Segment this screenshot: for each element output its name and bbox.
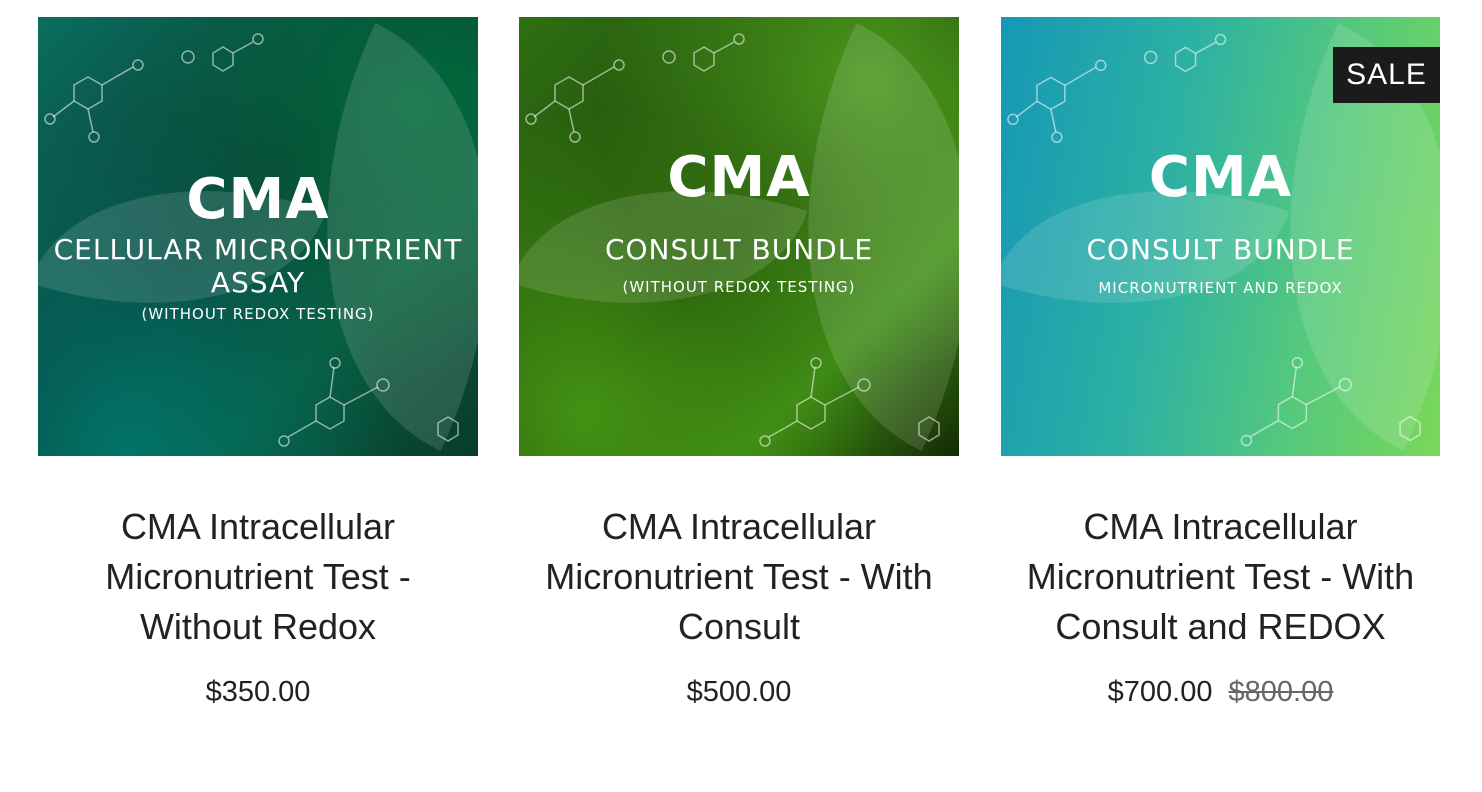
product-title[interactable]: CMA Intracellular Micronutrient Test - W… <box>38 502 478 652</box>
product-price: $500.00 <box>686 676 792 708</box>
image-subheading: CELLULAR MICRONUTRIENT <box>53 233 463 266</box>
product-card[interactable]: CMA CONSULT BUNDLE (WITHOUT REDOX TESTIN… <box>519 17 959 709</box>
image-note: (WITHOUT REDOX TESTING) <box>141 305 375 323</box>
product-image[interactable]: SALE CMA CONSULT BUNDLE MICRONUTRIENT AN… <box>1001 17 1440 456</box>
product-card[interactable]: CMA CELLULAR MICRONUTRIENT ASSAY (WITHOU… <box>38 17 478 709</box>
compare-at-price: $800.00 <box>1228 676 1334 708</box>
product-image[interactable]: CMA CELLULAR MICRONUTRIENT ASSAY (WITHOU… <box>38 17 478 456</box>
image-note: MICRONUTRIENT AND REDOX <box>1098 279 1343 297</box>
price-row: $500.00 <box>519 676 959 709</box>
product-title[interactable]: CMA Intracellular Micronutrient Test - W… <box>519 502 959 652</box>
product-image[interactable]: CMA CONSULT BUNDLE (WITHOUT REDOX TESTIN… <box>519 17 959 456</box>
price-row: $700.00 $800.00 <box>1001 676 1440 709</box>
product-price: $700.00 <box>1107 676 1213 708</box>
image-subheading-2: ASSAY <box>210 266 306 299</box>
image-heading: CMA <box>186 167 330 232</box>
price-row: $350.00 <box>38 676 478 709</box>
product-price: $350.00 <box>205 676 311 708</box>
image-subheading: CONSULT BUNDLE <box>604 233 874 266</box>
sale-badge: SALE <box>1333 47 1440 103</box>
product-title[interactable]: CMA Intracellular Micronutrient Test - W… <box>1001 502 1440 652</box>
image-subheading: CONSULT BUNDLE <box>1086 233 1355 266</box>
product-card[interactable]: SALE CMA CONSULT BUNDLE MICRONUTRIENT AN… <box>1001 17 1440 709</box>
image-heading: CMA <box>667 145 811 210</box>
image-heading: CMA <box>1148 145 1293 210</box>
product-grid: CMA CELLULAR MICRONUTRIENT ASSAY (WITHOU… <box>0 0 1482 792</box>
image-note: (WITHOUT REDOX TESTING) <box>622 278 856 296</box>
